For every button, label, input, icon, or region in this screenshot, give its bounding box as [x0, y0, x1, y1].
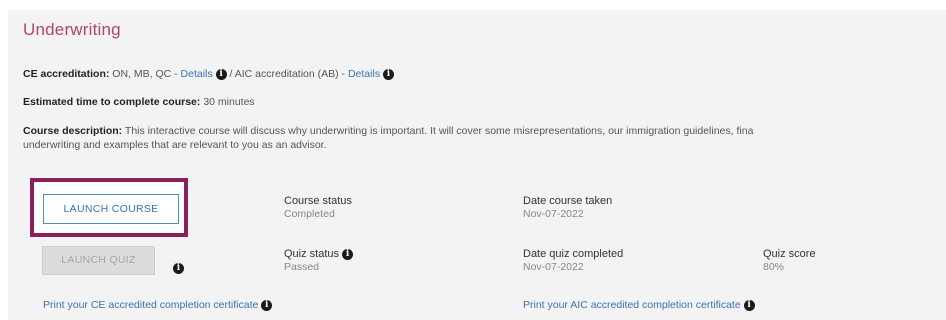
course-status-label: Course status	[284, 195, 352, 207]
date-quiz-completed: Date quiz completed Nov-07-2022	[523, 248, 623, 273]
quiz-status-label: Quiz status	[284, 248, 340, 260]
ce-accreditation-value: ON, MB, QC -	[112, 68, 178, 80]
quiz-status: Quiz status i Passed	[284, 248, 354, 273]
course-status: Course status Completed	[284, 195, 352, 220]
course-description-line: Course description: This interactive cou…	[23, 125, 753, 137]
date-course-taken: Date course taken Nov-07-2022	[523, 195, 612, 220]
ce-info-icon[interactable]: i	[215, 68, 227, 80]
estimated-time-line: Estimated time to complete course: 30 mi…	[23, 96, 255, 108]
course-title: Underwriting	[23, 20, 121, 39]
ce-certificate-link[interactable]: Print your CE accredited completion cert…	[43, 299, 258, 311]
aic-certificate-info-icon[interactable]: i	[743, 299, 755, 311]
ce-details-link[interactable]: Details	[181, 68, 213, 80]
quiz-score-value: 80%	[763, 261, 785, 273]
aic-certificate-link[interactable]: Print your AIC accredited completion cer…	[523, 299, 741, 311]
quiz-info-icon[interactable]: i	[173, 263, 184, 274]
course-description-label: Course description:	[23, 125, 123, 137]
ce-accreditation-label: CE accreditation:	[23, 68, 110, 80]
aic-certificate-row: Print your AIC accredited completion cer…	[523, 299, 755, 311]
ce-certificate-info-icon[interactable]: i	[261, 299, 273, 311]
date-course-taken-value: Nov-07-2022	[523, 208, 584, 220]
course-status-value: Completed	[284, 208, 335, 220]
aic-accreditation-label: / AIC accreditation (AB) -	[229, 68, 346, 80]
course-description-line-2: underwriting and examples that are relev…	[23, 139, 327, 151]
estimated-time-label: Estimated time to complete course:	[23, 96, 201, 108]
date-quiz-completed-label: Date quiz completed	[523, 248, 624, 260]
estimated-time-value: 30 minutes	[203, 96, 255, 108]
quiz-status-value: Passed	[284, 261, 320, 273]
date-course-taken-label: Date course taken	[523, 195, 613, 207]
aic-details-link[interactable]: Details	[348, 68, 380, 80]
date-quiz-completed-value: Nov-07-2022	[523, 261, 584, 273]
ce-certificate-row: Print your CE accredited completion cert…	[43, 299, 273, 311]
quiz-score: Quiz score 80%	[763, 248, 816, 273]
quiz-score-label: Quiz score	[763, 248, 816, 260]
launch-quiz-button[interactable]: LAUNCH QUIZ	[42, 246, 155, 275]
course-description-text: This interactive course will discuss why…	[124, 125, 754, 137]
aic-info-icon[interactable]: i	[383, 68, 394, 80]
accreditation-line: CE accreditation: ON, MB, QC - Details i…	[23, 68, 394, 80]
quiz-status-info-icon[interactable]: i	[342, 248, 354, 260]
launch-course-button[interactable]: LAUNCH COURSE	[43, 194, 179, 224]
